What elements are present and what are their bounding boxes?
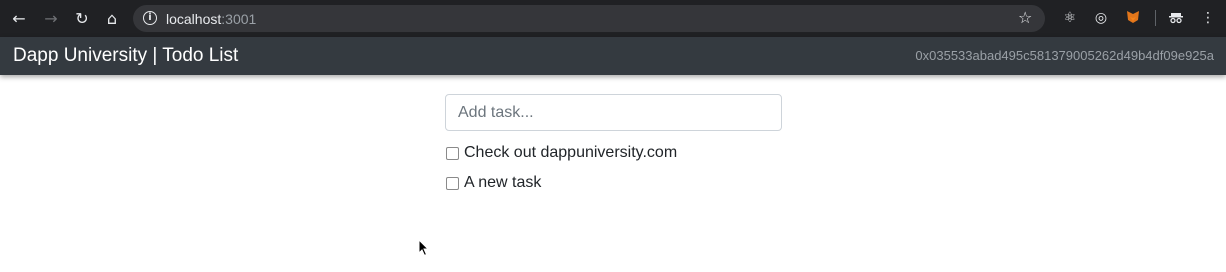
add-task-input[interactable] <box>445 94 782 131</box>
forward-arrow-icon[interactable]: → <box>40 8 62 30</box>
react-devtools-icon[interactable]: ⚛ <box>1061 9 1079 27</box>
target-extension-icon[interactable]: ◎ <box>1092 9 1110 27</box>
home-icon[interactable]: ⌂ <box>101 8 123 30</box>
url-host: localhost <box>166 11 222 27</box>
url-port: :3001 <box>221 11 257 27</box>
incognito-shape <box>1169 13 1183 24</box>
toolbar-divider <box>1155 10 1156 26</box>
incognito-profile-icon[interactable] <box>1167 9 1185 27</box>
back-arrow-icon[interactable]: ← <box>8 8 30 30</box>
task-item: Check out dappuniversity.com <box>446 143 677 163</box>
browser-toolbar: ← → ↻ ⌂ i localhost:3001 ☆ ⚛ ◎ ⋮ <box>0 0 1226 37</box>
browser-menu-icon[interactable]: ⋮ <box>1199 9 1217 27</box>
url-text: localhost:3001 <box>166 11 256 27</box>
account-address: 0x035533abad495c581379005262d49b4df09e92… <box>915 48 1214 63</box>
address-bar[interactable]: i localhost:3001 <box>133 5 1045 32</box>
task-content: Check out dappuniversity.com <box>464 144 678 161</box>
task-checkbox[interactable] <box>446 176 459 190</box>
site-info-icon[interactable]: i <box>143 11 157 25</box>
reload-icon[interactable]: ↻ <box>71 8 93 30</box>
mouse-cursor-icon <box>418 239 430 257</box>
task-checkbox[interactable] <box>446 146 459 160</box>
task-item: A new task <box>446 173 541 193</box>
task-content: A new task <box>464 174 542 191</box>
app-brand[interactable]: Dapp University | Todo List <box>13 45 238 67</box>
metamask-fox-shape <box>1127 11 1139 23</box>
bookmark-star-icon[interactable]: ☆ <box>1018 8 1032 28</box>
metamask-fox-icon[interactable] <box>1124 9 1142 27</box>
app-navbar: Dapp University | Todo List 0x035533abad… <box>0 37 1226 75</box>
